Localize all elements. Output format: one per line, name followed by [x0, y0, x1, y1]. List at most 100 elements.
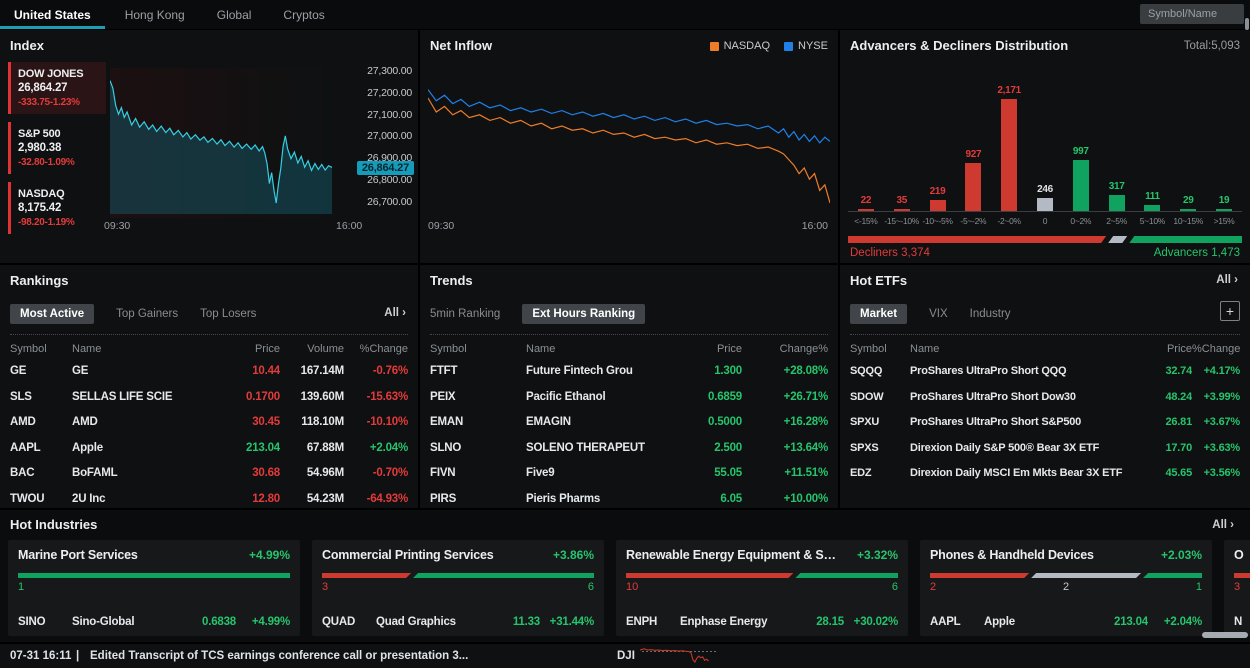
bar — [1001, 99, 1017, 211]
table-row-sls[interactable]: SLSSELLAS LIFE SCIE0.1700139.60M-15.63% — [10, 385, 408, 411]
table-row-ge[interactable]: GEGE10.44167.14M-0.76% — [10, 359, 408, 385]
industry-leader-row[interactable]: QUADQuad Graphics11.33+31.44% — [322, 616, 594, 628]
y-axis-tick: 27,200.00 — [367, 88, 412, 99]
bar-value-label: 29 — [1183, 195, 1194, 206]
cell-volume: 67.88M — [280, 436, 344, 462]
count-green: 1 — [18, 581, 24, 593]
leader-price: 213.04 — [1092, 616, 1148, 628]
x-axis-category: -10~-5% — [920, 216, 956, 226]
hot-etfs-tabs: Market VIX Industry — [850, 303, 1240, 325]
industry-card-o[interactable]: O3N — [1224, 540, 1250, 636]
bar — [858, 209, 874, 211]
bar-value-label: 35 — [896, 195, 907, 206]
cell-name: Five9 — [526, 461, 676, 487]
table-row-eman[interactable]: EMANEMAGIN0.5000+16.28% — [430, 410, 828, 436]
table-row-fivn[interactable]: FIVNFive955.05+11.51% — [430, 461, 828, 487]
hot-etfs-tab-industry[interactable]: Industry — [970, 308, 1011, 320]
trends-tab-ext-hours-ranking[interactable]: Ext Hours Ranking — [522, 304, 645, 324]
table-row-aapl[interactable]: AAPLApple213.0467.88M+2.04% — [10, 436, 408, 462]
net-inflow-x-tick-open: 09:30 — [428, 220, 454, 232]
net-inflow-chart-svg — [428, 66, 830, 214]
bar — [1109, 195, 1125, 211]
table-row-ftft[interactable]: FTFTFuture Fintech Grou1.300+28.08% — [430, 359, 828, 385]
hot-etfs-table: SQQQProShares UltraPro Short QQQ32.74+4.… — [850, 359, 1240, 508]
industry-leader-row[interactable]: AAPLApple213.04+2.04% — [930, 616, 1202, 628]
rankings-tab-most-active[interactable]: Most Active — [10, 304, 94, 324]
leader-change: +30.02% — [844, 616, 898, 628]
cell-change: +3.56% — [1192, 461, 1240, 487]
rankings-tab-top-losers[interactable]: Top Losers — [200, 308, 256, 320]
trends-tab-5min-ranking[interactable]: 5min Ranking — [430, 308, 500, 320]
x-axis-category: -5~-2% — [955, 216, 991, 226]
trends-table: FTFTFuture Fintech Grou1.300+28.08%PEIXP… — [430, 359, 828, 508]
table-row-spxu[interactable]: SPXUProShares UltraPro Short S&P50026.81… — [850, 410, 1240, 436]
industry-segment-gray — [1031, 573, 1141, 578]
index-item-nasdaq[interactable]: NASDAQ8,175.42-98.20-1.19% — [8, 182, 106, 234]
legend-label: NASDAQ — [724, 40, 770, 52]
cell-name: Direxion Daily MSCI Em Mkts Bear 3X ETF — [910, 461, 1150, 487]
hot-industries-all-link[interactable]: All › — [1212, 519, 1234, 531]
industry-card-renewable-energy-equipment-serv[interactable]: Renewable Energy Equipment & Serv...+3.3… — [616, 540, 908, 636]
index-item-s-p-500[interactable]: S&P 5002,980.38-32.80-1.09% — [8, 122, 106, 174]
industry-card-commercial-printing-services[interactable]: Commercial Printing Services+3.86%36QUAD… — [312, 540, 604, 636]
cell-symbol: TWOU — [10, 487, 72, 509]
cell-name: AMD — [72, 410, 204, 436]
industry-leader-row[interactable]: ENPHEnphase Energy28.15+30.02% — [626, 616, 898, 628]
hot-etfs-all-link[interactable]: All › — [1216, 274, 1238, 286]
hot-etfs-tab-market[interactable]: Market — [850, 304, 907, 324]
rankings-tab-top-gainers[interactable]: Top Gainers — [116, 308, 178, 320]
industry-distribution-bar — [1234, 573, 1250, 578]
industry-counts: 3 — [1234, 581, 1250, 595]
leader-symbol: AAPL — [930, 616, 984, 628]
cell-symbol: AMD — [10, 410, 72, 436]
table-row-sqqq[interactable]: SQQQProShares UltraPro Short QQQ32.74+4.… — [850, 359, 1240, 385]
vertical-scrollbar[interactable] — [1245, 18, 1249, 30]
industry-leader-row[interactable]: SINOSino-Global0.6838+4.99% — [18, 616, 290, 628]
cell-change: -10.10% — [344, 410, 408, 436]
advancers-decliners-bar — [848, 236, 1242, 243]
distribution-bar-15: 22 — [848, 60, 884, 211]
symbol-search-input[interactable] — [1140, 4, 1244, 24]
table-row-sdow[interactable]: SDOWProShares UltraPro Short Dow3048.24+… — [850, 385, 1240, 411]
table-row-spxs[interactable]: SPXSDirexion Daily S&P 500® Bear 3X ETF1… — [850, 436, 1240, 462]
index-change: -32.80-1.09% — [18, 156, 102, 169]
trends-title: Trends — [430, 273, 473, 288]
horizontal-scrollbar[interactable] — [1202, 632, 1248, 638]
bar-value-label: 927 — [965, 149, 981, 160]
cell-price: 1.300 — [676, 359, 742, 385]
table-row-amd[interactable]: AMDAMD30.45118.10M-10.10% — [10, 410, 408, 436]
cell-price: 0.5000 — [676, 410, 742, 436]
table-row-peix[interactable]: PEIXPacific Ethanol0.6859+26.71% — [430, 385, 828, 411]
cell-symbol: FTFT — [430, 359, 526, 385]
industry-segment-red — [626, 573, 793, 578]
nav-tab-global[interactable]: Global — [217, 0, 252, 29]
rankings-all-link[interactable]: All › — [384, 307, 406, 319]
nav-tab-hong-kong[interactable]: Hong Kong — [125, 0, 185, 29]
industry-segment-green — [18, 573, 290, 578]
nav-tab-united-states[interactable]: United States — [0, 0, 105, 29]
nav-tab-cryptos[interactable]: Cryptos — [283, 0, 324, 29]
hot-etfs-tab-vix[interactable]: VIX — [929, 308, 948, 320]
news-headline[interactable]: Edited Transcript of TCS earnings confer… — [90, 644, 468, 668]
industry-card-header: Commercial Printing Services+3.86% — [322, 548, 594, 562]
industry-change: +2.03% — [1161, 548, 1202, 562]
table-row-pirs[interactable]: PIRSPieris Pharms6.05+10.00% — [430, 487, 828, 509]
rankings-title: Rankings — [10, 273, 69, 288]
industry-card-marine-port-services[interactable]: Marine Port Services+4.99%1SINOSino-Glob… — [8, 540, 300, 636]
table-row-twou[interactable]: TWOU2U Inc12.8054.23M-64.93% — [10, 487, 408, 509]
distribution-categories: <-15%-15~-10%-10~-5%-5~-2%-2~0%00~2%2~5%… — [848, 216, 1242, 226]
industry-leader-row[interactable]: N — [1234, 616, 1250, 628]
industry-card-phones-handheld-devices[interactable]: Phones & Handheld Devices+2.03%221AAPLAp… — [920, 540, 1212, 636]
table-row-slno[interactable]: SLNOSOLENO THERAPEUT2.500+13.64% — [430, 436, 828, 462]
market-tabs: United States Hong Kong Global Cryptos — [0, 0, 357, 29]
index-item-dow-jones[interactable]: DOW JONES26,864.27-333.75-1.23% — [8, 62, 106, 114]
cell-name: SELLAS LIFE SCIE — [72, 385, 204, 411]
table-row-edz[interactable]: EDZDirexion Daily MSCI Em Mkts Bear 3X E… — [850, 461, 1240, 487]
dji-ticker-label[interactable]: DJI — [617, 644, 635, 668]
cell-price: 213.04 — [204, 436, 280, 462]
add-etf-button[interactable]: + — [1220, 301, 1240, 321]
rankings-table-header: SymbolNamePriceVolume%Change — [10, 334, 408, 355]
cell-change: -64.93% — [344, 487, 408, 509]
net-inflow-title: Net Inflow — [430, 38, 492, 53]
table-row-bac[interactable]: BACBoFAML30.6854.96M-0.70% — [10, 461, 408, 487]
